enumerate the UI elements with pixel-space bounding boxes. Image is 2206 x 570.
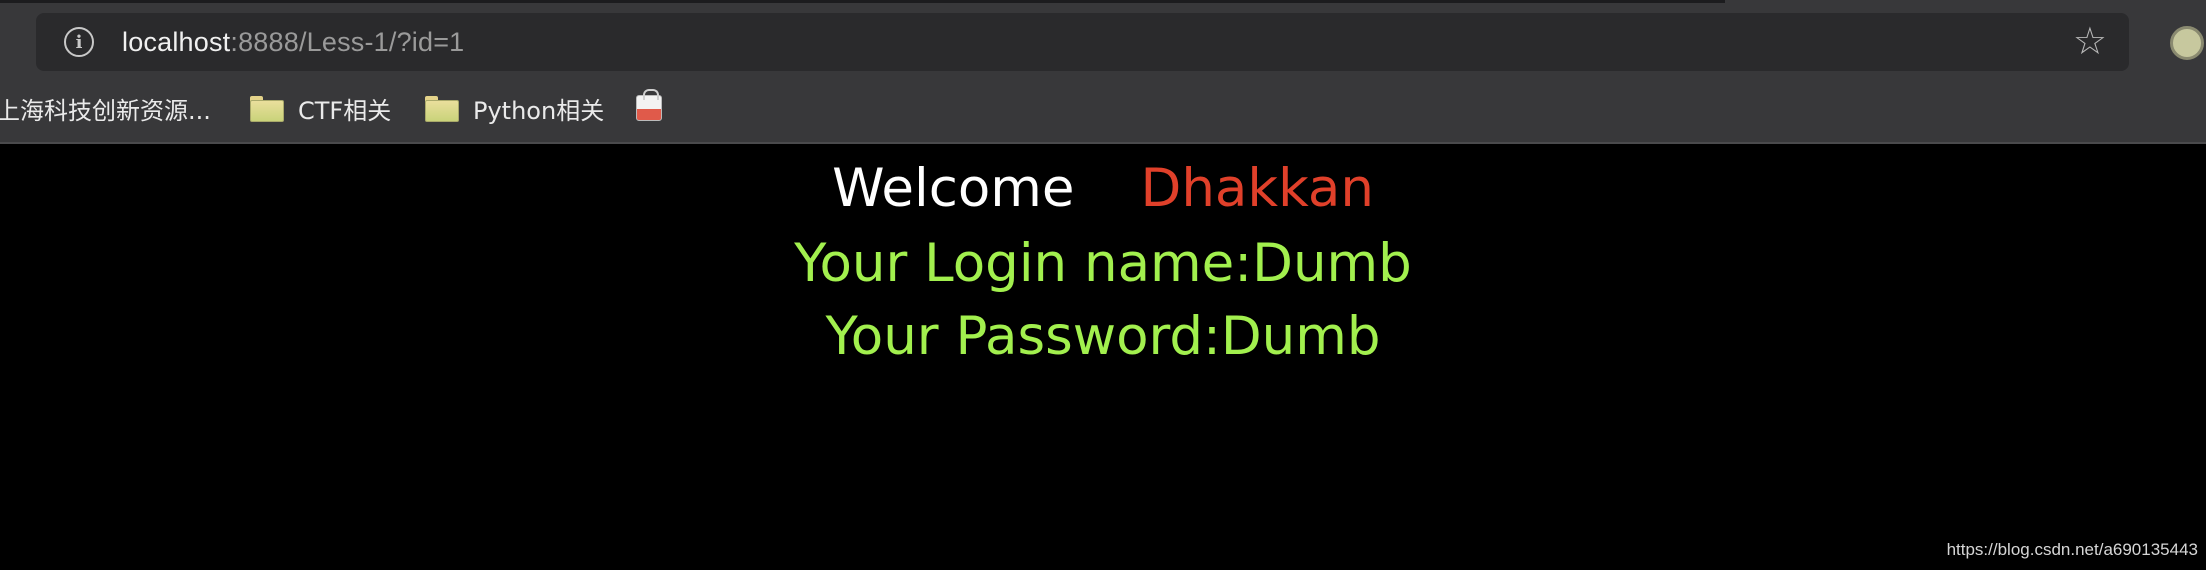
info-icon[interactable]: i xyxy=(64,27,94,57)
url-host: localhost xyxy=(122,26,231,57)
bookmark-label: CTF相关 xyxy=(298,96,392,125)
watermark: https://blog.csdn.net/a690135443 xyxy=(1946,540,2198,559)
profile-avatar[interactable] xyxy=(2170,26,2204,60)
bookmarks-bar: 上海科技创新资源... CTF相关 Python相关 xyxy=(0,88,2206,128)
bookmark-star-icon[interactable]: ☆ xyxy=(2073,21,2107,63)
tab-strip xyxy=(0,0,1725,3)
login-name-line: Your Login name:Dumb xyxy=(794,233,1412,294)
welcome-username: Dhakkan xyxy=(1140,158,1374,219)
address-bar[interactable]: i localhost:8888/Less-1/?id=1 ☆ xyxy=(36,13,2129,71)
welcome-text: Welcome xyxy=(832,158,1075,219)
url-path: :8888/Less-1/?id=1 xyxy=(230,26,465,57)
bookmark-shop[interactable] xyxy=(636,89,662,121)
bookmark-label: Python相关 xyxy=(473,96,605,125)
url-text[interactable]: localhost:8888/Less-1/?id=1 xyxy=(122,27,464,58)
folder-icon xyxy=(250,96,284,122)
password-line: Your Password:Dumb xyxy=(825,306,1381,367)
bookmark-folder-ctf[interactable]: CTF相关 xyxy=(250,91,391,126)
bookmark-label: 上海科技创新资源... xyxy=(0,96,211,125)
welcome-line: Welcome Dhakkan xyxy=(0,158,2206,220)
browser-toolbar: i localhost:8888/Less-1/?id=1 ☆ 上海科技创新资源… xyxy=(0,0,2206,144)
bookmark-folder-python[interactable]: Python相关 xyxy=(425,91,604,126)
shopping-bag-icon xyxy=(636,89,662,121)
folder-icon xyxy=(425,96,459,122)
bookmark-item[interactable]: 上海科技创新资源... xyxy=(0,91,211,126)
